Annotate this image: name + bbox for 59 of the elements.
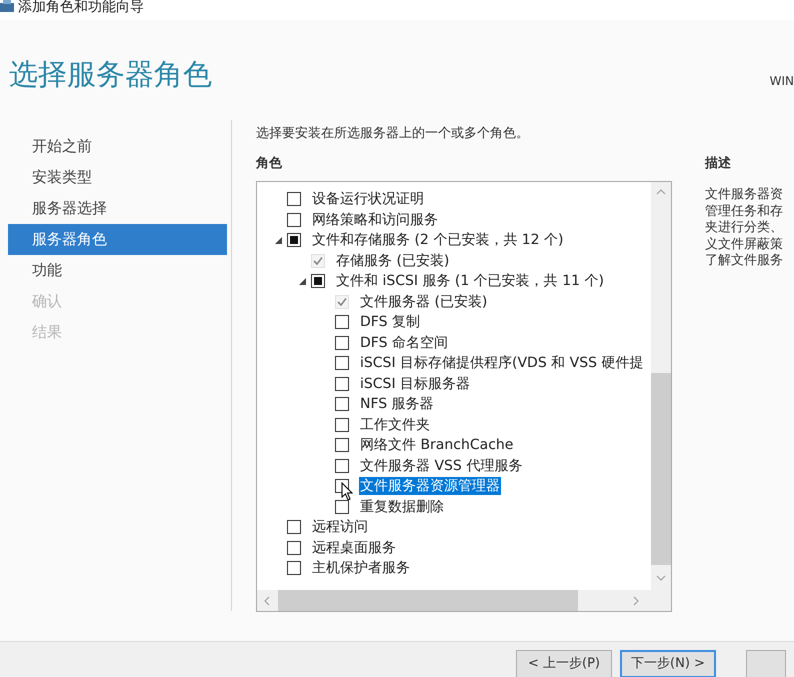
roles-list[interactable] [256,181,672,612]
roles-heading: 角色 [256,155,283,173]
role-label[interactable]: 主机保护者服务 [311,559,411,578]
checkbox[interactable] [311,274,325,288]
role-label[interactable]: 文件和存储服务 (2 个已安装，共 12 个) [311,231,564,250]
checkbox[interactable] [287,561,301,576]
role-label[interactable]: iSCSI 目标服务器 [359,374,472,393]
page-heading: 选择服务器角色 [9,56,212,92]
role-label[interactable]: 重复数据删除 [359,498,445,516]
checkbox[interactable] [335,458,349,473]
wizard-step[interactable]: 开始之前 [8,131,227,162]
checkbox[interactable] [287,212,301,227]
checkbox[interactable] [335,500,349,514]
checkbox[interactable] [287,520,301,534]
role-label[interactable]: NFS 服务器 [359,395,435,414]
checkbox[interactable] [287,192,301,206]
description-heading: 描述 [705,155,732,173]
cursor-icon [341,482,353,502]
description-text: 管理任务和存 [705,204,784,220]
role-label[interactable]: 网络文件 BranchCache [359,436,514,454]
wizard-step[interactable]: 服务器选择 [8,193,227,224]
role-label[interactable]: 网络策略和访问服务 [311,210,439,229]
checkbox[interactable] [335,438,349,452]
role-label[interactable]: 文件服务器资源管理器 [359,477,501,496]
role-label[interactable]: 远程访问 [311,518,369,536]
wizard-step[interactable]: 安装类型 [8,162,227,193]
checkbox[interactable] [335,418,349,432]
vertical-scrollbar[interactable] [651,182,671,590]
role-label[interactable]: iSCSI 目标存储提供程序(VDS 和 VSS 硬件提 [359,354,644,372]
description-text: 义文件屏蔽策 [705,236,784,253]
checkbox[interactable] [287,540,301,555]
back-button[interactable]: < 上一步(P) [516,650,612,677]
role-label[interactable]: 设备运行状况证明 [311,190,425,208]
role-label[interactable]: 文件和 iSCSI 服务 (1 个已安装，共 11 个) [335,272,605,290]
checkbox[interactable] [335,397,349,412]
scrollbar-thumb[interactable] [278,590,578,611]
wizard-step[interactable]: 功能 [8,255,227,286]
role-label[interactable]: DFS 命名空间 [359,334,449,352]
horizontal-scrollbar[interactable] [257,590,671,611]
checkbox[interactable] [335,376,349,391]
scrollbar-thumb[interactable] [651,373,671,565]
role-label[interactable]: 工作文件夹 [359,416,431,434]
checkbox[interactable] [335,336,349,350]
role-label[interactable]: 远程桌面服务 [311,538,397,557]
instruction-text: 选择要安装在所选服务器上的一个或多个角色。 [256,125,530,143]
wizard-step[interactable]: 服务器角色 [8,224,227,255]
app-icon [0,0,14,12]
expander-icon[interactable] [298,278,306,285]
description-text: 文件服务器资 [705,187,784,204]
checkbox[interactable] [335,315,349,330]
expander-icon[interactable] [274,236,282,244]
next-button[interactable]: 下一步(N) > [620,650,716,677]
description-text: 夹进行分类、 [705,220,784,236]
checkbox[interactable] [287,233,301,248]
role-label[interactable]: DFS 复制 [359,313,421,332]
server-name: WIN [770,73,794,90]
role-label[interactable]: 文件服务器 VSS 代理服务 [359,456,524,475]
description-text: 了解文件服务 [705,253,784,270]
checkbox[interactable] [335,356,349,370]
